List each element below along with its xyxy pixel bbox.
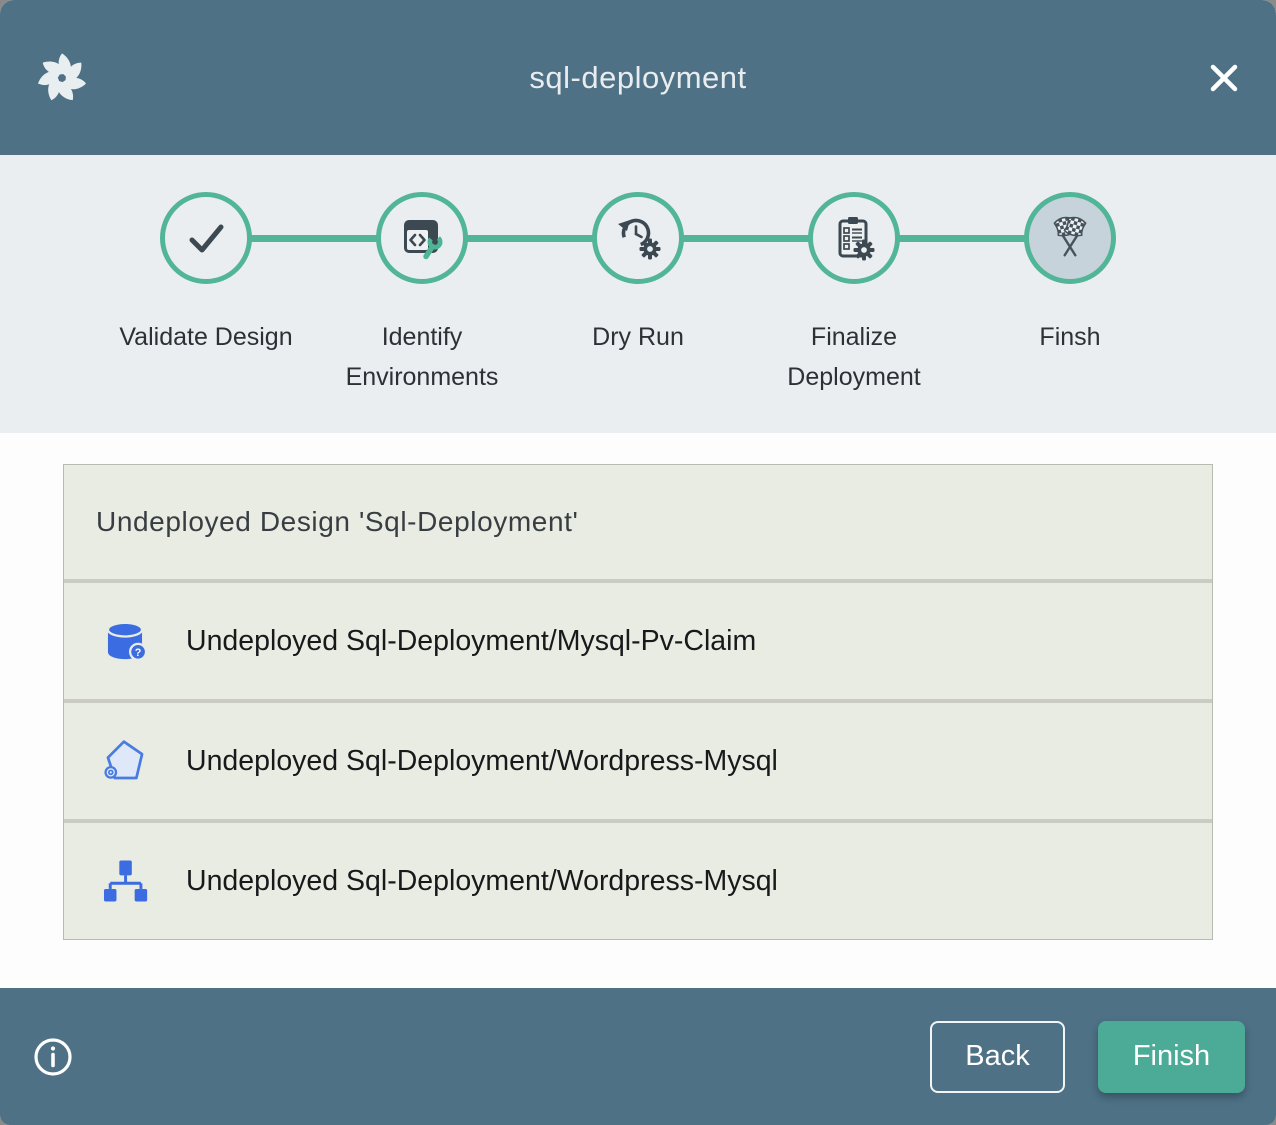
svg-text:?: ? <box>135 647 142 659</box>
close-icon <box>1202 56 1246 100</box>
step-validate-design[interactable]: Validate Design <box>98 192 314 397</box>
service-shape-icon <box>100 736 150 786</box>
step-label: Finsh <box>962 317 1178 357</box>
info-icon <box>32 1036 74 1078</box>
sync-gear-icon <box>613 213 663 263</box>
dialog-header: sql-deployment <box>0 0 1276 155</box>
pinwheel-logo <box>34 50 90 106</box>
finish-button[interactable]: Finish <box>1098 1021 1245 1093</box>
checkered-flags-icon <box>1042 210 1098 266</box>
status-text: Undeployed Sql-Deployment/Wordpress-Mysq… <box>186 865 778 898</box>
status-text: Undeployed Sql-Deployment/Mysql-Pv-Claim <box>186 625 756 658</box>
deployment-status-list: Undeployed Design 'Sql-Deployment' ? Und… <box>63 464 1213 940</box>
close-button[interactable] <box>1200 54 1248 102</box>
step-label: Dry Run <box>530 317 746 357</box>
info-button[interactable] <box>31 1035 75 1079</box>
check-icon <box>182 214 230 262</box>
step-circle <box>160 192 252 284</box>
dialog-footer: Back Finish <box>0 988 1276 1125</box>
status-text: Undeployed Design 'Sql-Deployment' <box>96 506 578 538</box>
step-circle <box>376 192 468 284</box>
step-circle <box>808 192 900 284</box>
wizard-content: Undeployed Design 'Sql-Deployment' ? Und… <box>0 433 1276 988</box>
database-icon: ? <box>100 616 150 666</box>
step-finalize-deployment[interactable]: Finalize Deployment <box>746 192 962 397</box>
back-button[interactable]: Back <box>930 1021 1065 1093</box>
code-window-wrench-icon <box>397 213 447 263</box>
list-item: Undeployed Sql-Deployment/Wordpress-Mysq… <box>64 819 1212 939</box>
step-circle <box>592 192 684 284</box>
step-circle-current <box>1024 192 1116 284</box>
step-label: Validate Design <box>98 317 314 357</box>
list-item: ? Undeployed Sql-Deployment/Mysql-Pv-Cla… <box>64 579 1212 699</box>
step-label: Identify Environments <box>314 317 530 397</box>
status-text: Undeployed Sql-Deployment/Wordpress-Mysq… <box>186 745 778 778</box>
list-item: Undeployed Design 'Sql-Deployment' <box>64 465 1212 579</box>
wizard-stepper: Validate Design Identify Environments <box>0 155 1276 433</box>
dialog-title: sql-deployment <box>0 60 1276 96</box>
step-label: Finalize Deployment <box>746 317 962 397</box>
deployment-wizard-dialog: sql-deployment <box>0 0 1276 1125</box>
clipboard-gear-icon <box>829 213 879 263</box>
topology-icon <box>100 856 150 906</box>
step-identify-environments[interactable]: Identify Environments <box>314 192 530 397</box>
step-finish[interactable]: Finsh <box>962 192 1178 397</box>
step-dry-run[interactable]: Dry Run <box>530 192 746 397</box>
list-item: Undeployed Sql-Deployment/Wordpress-Mysq… <box>64 699 1212 819</box>
